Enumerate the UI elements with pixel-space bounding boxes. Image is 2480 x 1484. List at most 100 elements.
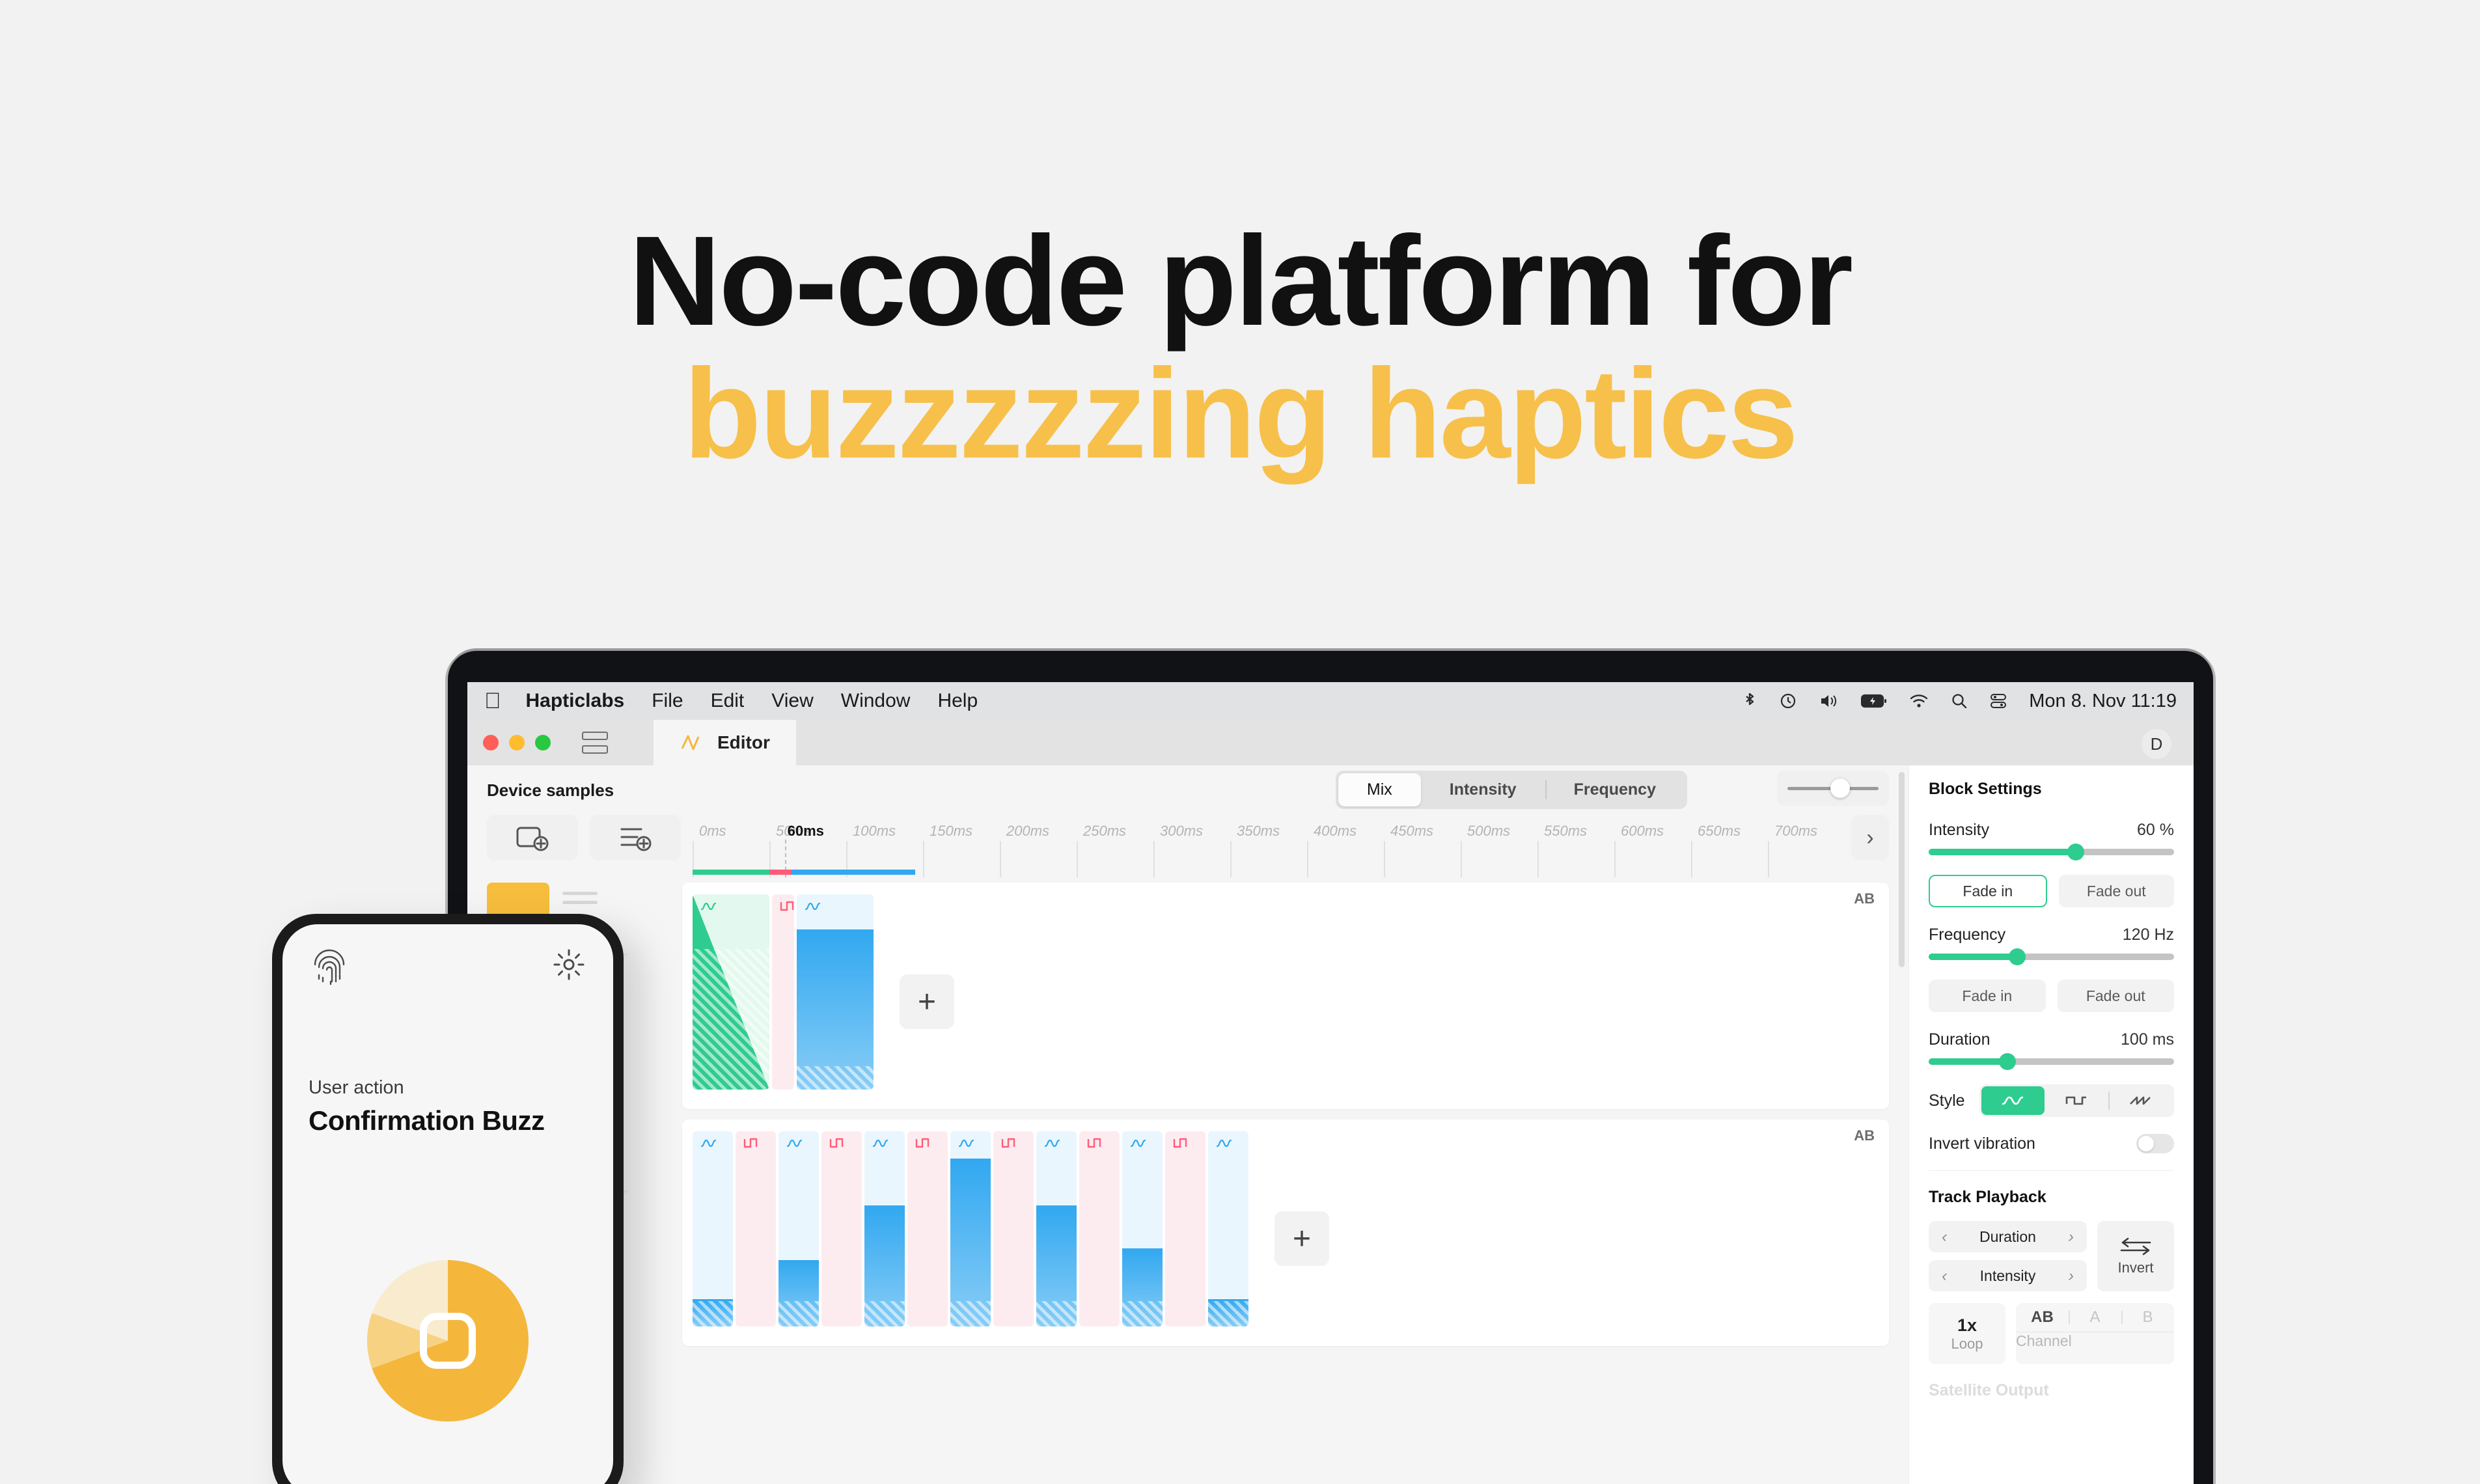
panel-toggle-icon[interactable] bbox=[582, 732, 608, 754]
chevron-left-icon[interactable]: ‹ bbox=[1942, 1267, 1947, 1285]
menu-item-file[interactable]: File bbox=[652, 690, 683, 712]
menu-item-view[interactable]: View bbox=[771, 690, 813, 712]
track-channel-label: AB bbox=[1854, 890, 1875, 907]
timeline-ruler-row: 0ms 50ms 100ms 150ms 200ms 250ms 300ms 350ms 400… bbox=[467, 815, 1908, 877]
sine-wave-icon bbox=[700, 1138, 717, 1153]
menu-item-help[interactable]: Help bbox=[937, 690, 978, 712]
loop-button[interactable]: 1x Loop bbox=[1929, 1303, 2005, 1364]
track-canvas[interactable]: AB + bbox=[682, 883, 1889, 1109]
avatar[interactable]: D bbox=[2142, 729, 2171, 759]
add-block-button[interactable]: + bbox=[900, 974, 954, 1029]
wifi-icon[interactable] bbox=[1909, 693, 1929, 709]
sidebar-title: Block Settings bbox=[1929, 780, 2042, 798]
laptop-screen:  Hapticlabs File Edit View Window Help … bbox=[467, 682, 2194, 1484]
waveform-icon bbox=[681, 735, 700, 750]
chevron-right-icon[interactable]: › bbox=[2069, 1267, 2074, 1285]
fingerprint-icon[interactable] bbox=[309, 946, 350, 991]
zoom-knob[interactable] bbox=[1830, 778, 1851, 798]
phone-mockup: User action Confirmation Buzz bbox=[272, 914, 624, 1484]
track-row[interactable]: ★★★AB+ bbox=[487, 1120, 1889, 1346]
vibration-block[interactable] bbox=[797, 894, 874, 1090]
duration-stepper[interactable]: ‹ Duration › bbox=[1929, 1221, 2087, 1252]
apple-logo-icon[interactable]:  bbox=[484, 690, 501, 712]
tab-editor[interactable]: Editor bbox=[654, 720, 796, 765]
frequency-slider[interactable] bbox=[1929, 948, 2174, 965]
intensity-fade-in-button[interactable]: Fade in bbox=[1929, 875, 2047, 907]
bluetooth-icon[interactable] bbox=[1743, 691, 1757, 711]
vibration-block[interactable] bbox=[693, 1131, 733, 1326]
sine-wave-icon[interactable] bbox=[1981, 1086, 2045, 1115]
add-track-button[interactable] bbox=[487, 815, 578, 860]
intensity-fade-out-button[interactable]: Fade out bbox=[2058, 875, 2174, 907]
track-playback-bottom: 1x Loop AB A B Channel bbox=[1929, 1303, 2174, 1364]
pause-block[interactable] bbox=[993, 1131, 1034, 1326]
timeline-scroll-right-button[interactable]: › bbox=[1851, 815, 1889, 860]
volume-icon[interactable] bbox=[1819, 693, 1839, 709]
square-wave-icon[interactable] bbox=[2045, 1086, 2108, 1115]
chevron-left-icon[interactable]: ‹ bbox=[1942, 1228, 1947, 1246]
timeline-ruler[interactable]: 0ms 50ms 100ms 150ms 200ms 250ms 300ms 350ms 400… bbox=[693, 815, 1839, 877]
close-window-button[interactable] bbox=[483, 735, 499, 750]
view-mode-mix[interactable]: Mix bbox=[1338, 773, 1421, 806]
channel-tab-a[interactable]: A bbox=[2069, 1308, 2121, 1332]
track-row[interactable]: ★★★AB+ bbox=[487, 883, 1889, 1109]
vibration-block[interactable] bbox=[864, 1131, 905, 1326]
intensity-stepper[interactable]: ‹ Intensity › bbox=[1929, 1260, 2087, 1291]
vibration-block[interactable] bbox=[778, 1131, 819, 1326]
channel-tab-ab[interactable]: AB bbox=[2016, 1308, 2069, 1332]
add-sequence-button[interactable] bbox=[590, 815, 681, 860]
intensity-label: Intensity bbox=[1929, 821, 1990, 839]
vibration-block[interactable] bbox=[1036, 1131, 1077, 1326]
square-wave-icon bbox=[1173, 1138, 1189, 1151]
track-color-chip[interactable] bbox=[487, 883, 549, 918]
timeline-zoom-slider[interactable] bbox=[1777, 771, 1889, 806]
timeline-ticks: 0ms 50ms 100ms 150ms 200ms 250ms 300ms 350ms 400… bbox=[693, 815, 1839, 877]
sine-wave-icon bbox=[786, 1138, 803, 1153]
sawtooth-wave-icon[interactable] bbox=[2108, 1086, 2172, 1115]
view-mode-control: Mix Intensity Frequency bbox=[1335, 771, 1687, 809]
menu-item-hapticlabs[interactable]: Hapticlabs bbox=[526, 690, 625, 712]
view-mode-frequency[interactable]: Frequency bbox=[1545, 773, 1685, 806]
intensity-slider[interactable] bbox=[1929, 844, 2174, 860]
invert-button[interactable]: Invert bbox=[2097, 1221, 2174, 1291]
headline-line-2: buzzzzzing haptics bbox=[683, 342, 1798, 485]
pause-block[interactable] bbox=[736, 1131, 776, 1326]
add-block-button[interactable]: + bbox=[1274, 1211, 1329, 1266]
chevron-right-icon[interactable]: › bbox=[2069, 1228, 2074, 1246]
frequency-fade-in-button[interactable]: Fade in bbox=[1929, 980, 2046, 1012]
menu-item-window[interactable]: Window bbox=[841, 690, 911, 712]
menubar-clock[interactable]: Mon 8. Nov 11:19 bbox=[2029, 691, 2177, 712]
zoom-window-button[interactable] bbox=[535, 735, 551, 750]
pause-block[interactable] bbox=[1079, 1131, 1120, 1326]
menu-item-edit[interactable]: Edit bbox=[711, 690, 745, 712]
pause-block[interactable] bbox=[772, 894, 794, 1090]
headline-line-1: No-code platform for bbox=[628, 210, 1853, 352]
minimize-window-button[interactable] bbox=[509, 735, 525, 750]
track-drag-handle[interactable] bbox=[562, 892, 598, 910]
time-machine-icon[interactable] bbox=[1779, 692, 1797, 710]
view-mode-intensity[interactable]: Intensity bbox=[1421, 773, 1545, 806]
search-icon[interactable] bbox=[1951, 693, 1968, 709]
invert-vibration-toggle[interactable] bbox=[2136, 1134, 2174, 1153]
battery-charging-icon[interactable] bbox=[1861, 694, 1887, 708]
sine-wave-icon bbox=[872, 1138, 889, 1153]
duration-slider[interactable] bbox=[1929, 1053, 2174, 1070]
pause-block[interactable] bbox=[821, 1131, 862, 1326]
vibration-block[interactable] bbox=[1208, 1131, 1248, 1326]
sidebar-scrollbar[interactable] bbox=[1899, 772, 1905, 967]
frequency-fade-out-button[interactable]: Fade out bbox=[2057, 980, 2174, 1012]
vibration-block[interactable] bbox=[693, 894, 769, 1090]
style-segmented bbox=[1979, 1084, 2174, 1117]
control-center-icon[interactable] bbox=[1990, 693, 2007, 709]
vibration-block[interactable] bbox=[950, 1131, 991, 1326]
track-playback-steppers: ‹ Duration › ‹ Intensity › bbox=[1929, 1221, 2087, 1291]
channel-tab-b[interactable]: B bbox=[2121, 1308, 2174, 1332]
gear-icon[interactable] bbox=[551, 946, 587, 986]
pause-block[interactable] bbox=[1165, 1131, 1206, 1326]
frequency-row: Frequency 120 Hz bbox=[1929, 926, 2174, 944]
playhead-label: 60ms bbox=[787, 823, 824, 839]
haptic-progress-dial[interactable] bbox=[367, 1260, 529, 1422]
vibration-block[interactable] bbox=[1122, 1131, 1163, 1326]
pause-block[interactable] bbox=[907, 1131, 948, 1326]
track-canvas[interactable]: AB + bbox=[682, 1120, 1889, 1346]
